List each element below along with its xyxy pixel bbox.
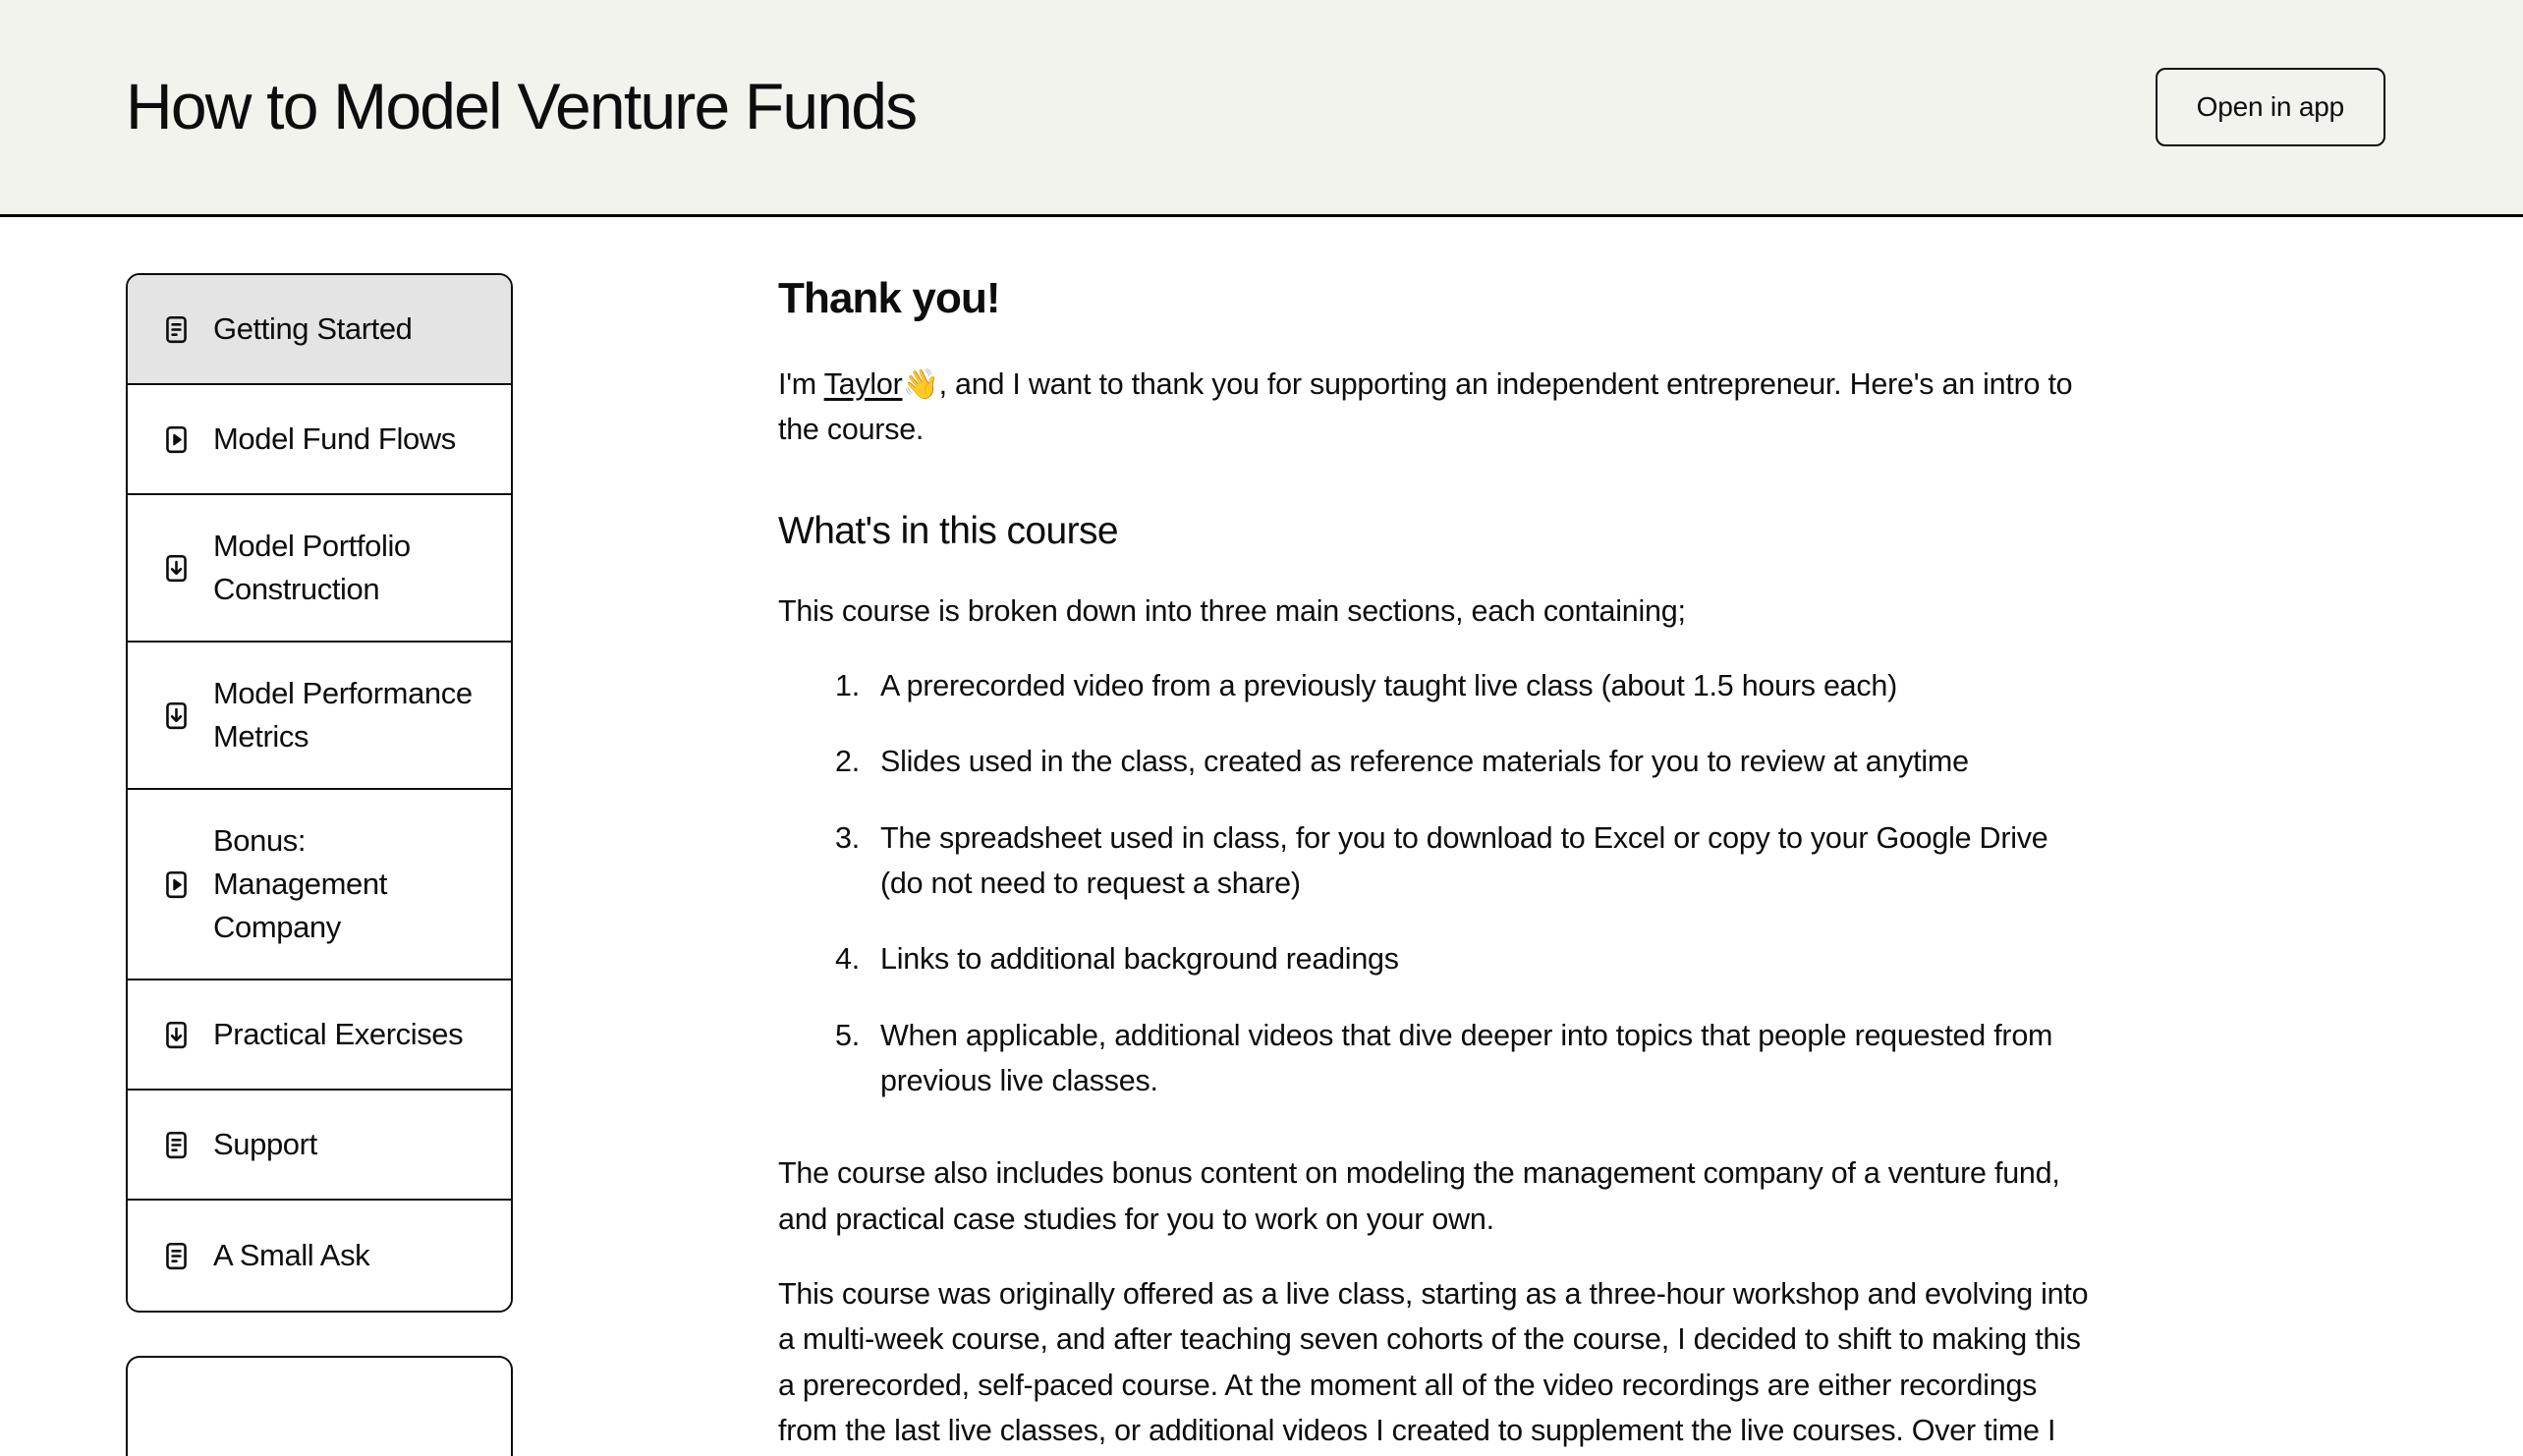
document-icon: [161, 1241, 192, 1271]
sidebar-item-model-portfolio-construction[interactable]: Model Portfolio Construction: [128, 495, 511, 644]
page-title: How to Model Venture Funds: [126, 70, 918, 143]
list-item: When applicable, additional videos that …: [835, 1013, 2053, 1098]
sidebar-item-label: Bonus: Management Company: [213, 823, 387, 945]
list-item: A prerecorded video from a previously ta…: [835, 663, 1898, 709]
sidebar-item-label: Model Performance Metrics: [213, 676, 473, 755]
intro-text-after: , and I want to thank you for supporting…: [778, 366, 2073, 447]
download-icon: [161, 1020, 192, 1050]
waving-hand-emoji: 👋: [902, 367, 939, 401]
list-item: The spreadsheet used in class, for you t…: [835, 815, 2048, 900]
document-icon: [161, 1130, 192, 1160]
sidebar-item-support[interactable]: Support: [128, 1091, 511, 1202]
sidebar-item-model-performance-metrics[interactable]: Model Performance Metrics: [128, 643, 511, 791]
sidebar-nav-card: Getting Started Model Fund Flows Model P…: [126, 273, 513, 1314]
download-icon: [161, 700, 192, 731]
sidebar-item-model-fund-flows[interactable]: Model Fund Flows: [128, 385, 511, 495]
sidebar-item-practical-exercises[interactable]: Practical Exercises: [128, 980, 511, 1092]
closing-paragraphs: The course also includes bonus content o…: [778, 1150, 2095, 1456]
sidebar-item-label: Model Fund Flows: [213, 420, 456, 456]
intro-text-before: I'm: [778, 366, 824, 401]
sidebar-item-label: Getting Started: [213, 310, 413, 346]
sidebar-item-label: A Small Ask: [213, 1238, 370, 1273]
page-header: How to Model Venture Funds Open in app: [0, 0, 2523, 217]
main-content: Thank you! I'm Taylor👋, and I want to th…: [513, 273, 2262, 1456]
sidebar-item-label: Support: [213, 1127, 317, 1162]
video-play-icon: [161, 869, 192, 900]
list-item: Links to additional background readings: [835, 936, 1399, 982]
taylor-link[interactable]: Taylor: [824, 367, 903, 401]
sidebar: Getting Started Model Fund Flows Model P…: [0, 273, 513, 1456]
list-item: Slides used in the class, created as ref…: [835, 739, 1969, 785]
sidebar-item-a-small-ask[interactable]: A Small Ask: [128, 1201, 511, 1312]
section-heading-whats-in-this-course: What's in this course: [778, 509, 1119, 552]
content-title: Thank you!: [778, 274, 1001, 322]
open-in-app-button[interactable]: Open in app: [2155, 68, 2385, 146]
course-history-paragraph: This course was originally offered as a …: [778, 1277, 2089, 1448]
sidebar-item-label: Practical Exercises: [213, 1017, 464, 1052]
video-play-icon: [161, 424, 192, 455]
sidebar-secondary-card[interactable]: [126, 1356, 513, 1456]
bonus-content-paragraph: The course also includes bonus content o…: [778, 1156, 2060, 1236]
sidebar-item-bonus-management-company[interactable]: Bonus: Management Company: [128, 790, 511, 981]
page-body: Getting Started Model Fund Flows Model P…: [0, 217, 2523, 1456]
intro-paragraph: I'm Taylor👋, and I want to thank you for…: [778, 362, 2095, 453]
sidebar-item-getting-started[interactable]: Getting Started: [128, 275, 511, 385]
course-contents-list: A prerecorded video from a previously ta…: [778, 663, 2095, 1104]
download-icon: [161, 553, 192, 584]
section-lead-paragraph: This course is broken down into three ma…: [778, 593, 1686, 628]
document-icon: [161, 314, 192, 345]
sidebar-item-label: Model Portfolio Construction: [213, 529, 411, 607]
